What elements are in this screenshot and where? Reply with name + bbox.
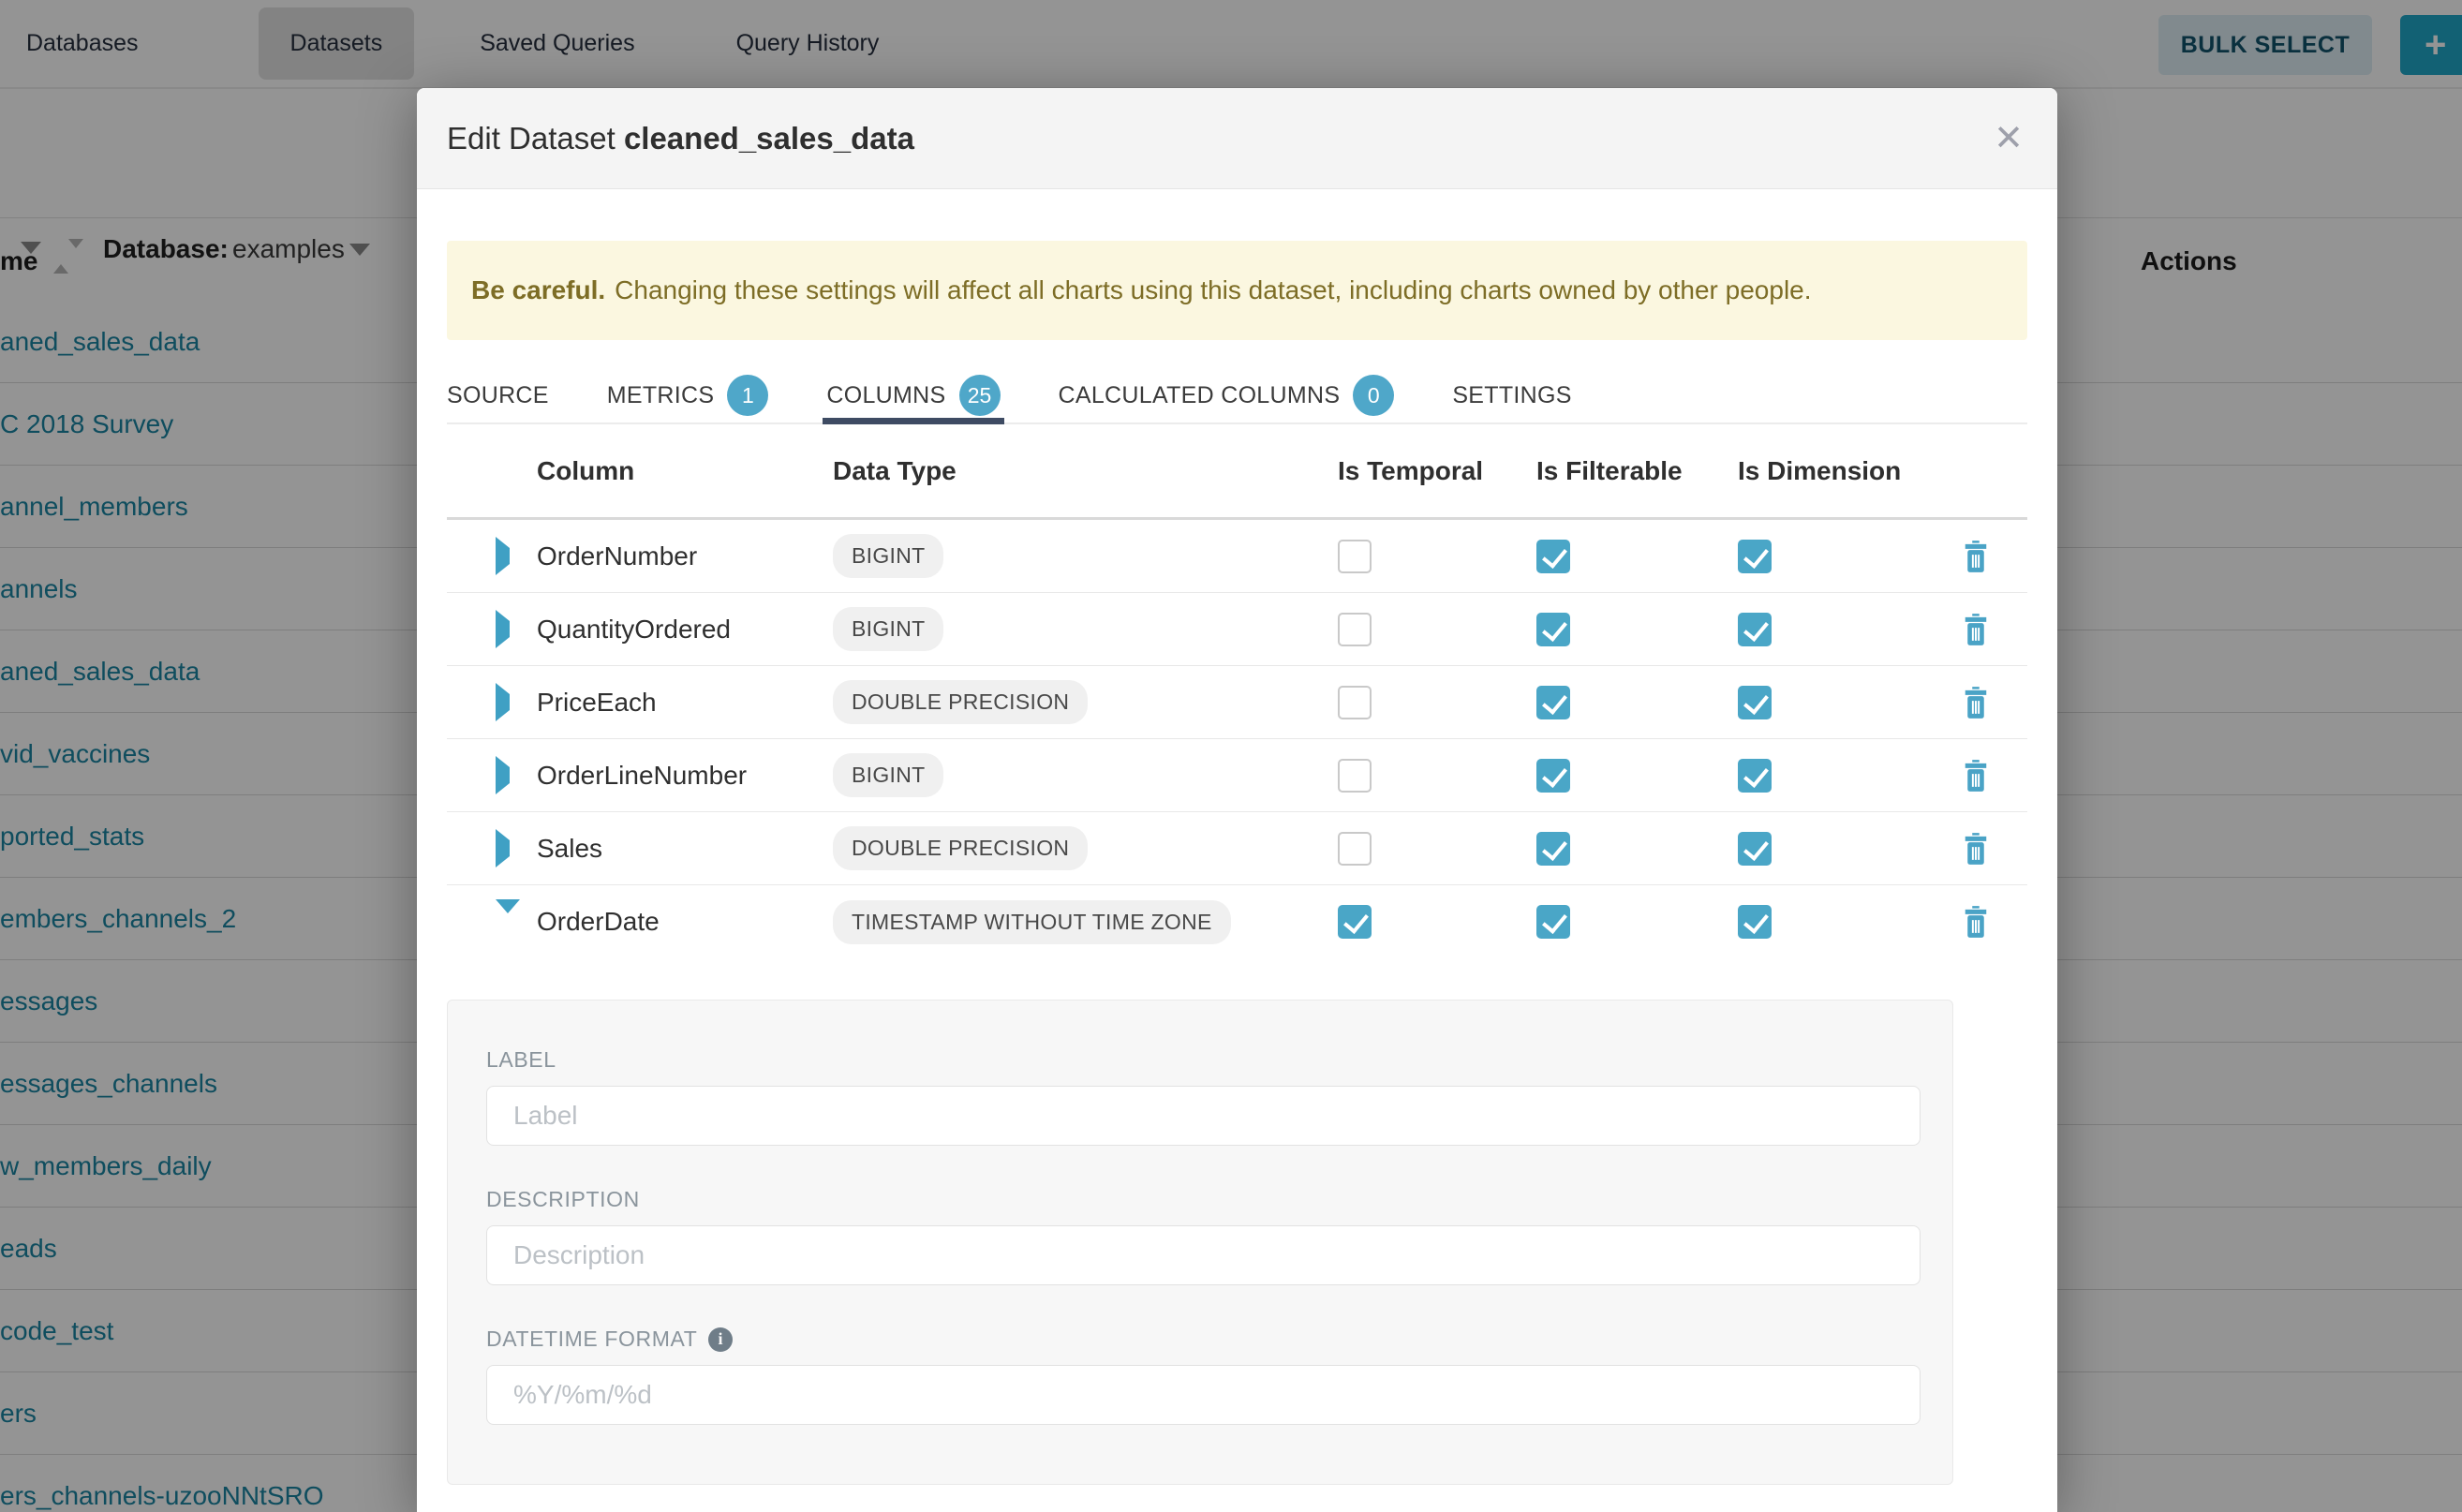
tab-label: SOURCE xyxy=(447,382,549,409)
is-dimension-checkbox[interactable] xyxy=(1738,905,1772,939)
tab-label: SETTINGS xyxy=(1452,382,1571,409)
is-dimension-checkbox[interactable] xyxy=(1738,832,1772,866)
is-temporal-header: Is Temporal xyxy=(1338,456,1536,486)
warning-banner: Be careful. Changing these settings will … xyxy=(447,241,2027,340)
is-filterable-header: Is Filterable xyxy=(1536,456,1738,486)
label-text: DATETIME FORMAT xyxy=(486,1327,697,1352)
description-field-label: DESCRIPTION xyxy=(486,1187,1921,1212)
data-type-header: Data Type xyxy=(833,456,1338,486)
is-filterable-checkbox[interactable] xyxy=(1536,540,1570,573)
column-name: Sales xyxy=(537,834,833,864)
is-dimension-checkbox[interactable] xyxy=(1738,540,1772,573)
data-type-pill: DOUBLE PRECISION xyxy=(833,826,1088,870)
is-filterable-checkbox[interactable] xyxy=(1536,613,1570,646)
columns-table: Column Data Type Is Temporal Is Filterab… xyxy=(447,424,2027,958)
description-input[interactable] xyxy=(486,1225,1921,1285)
delete-column-icon[interactable] xyxy=(1962,906,2027,938)
tab-calculated-columns[interactable]: CALCULATED COLUMNS 0 xyxy=(1059,368,1395,422)
close-icon[interactable]: ✕ xyxy=(1990,117,2027,160)
label-input[interactable] xyxy=(486,1086,1921,1146)
table-row-expanded: OrderDate TIMESTAMP WITHOUT TIME ZONE xyxy=(447,885,2027,958)
warning-text: Changing these settings will affect all … xyxy=(615,275,1811,304)
is-temporal-checkbox[interactable] xyxy=(1338,613,1372,646)
table-row: Sales DOUBLE PRECISION xyxy=(447,812,2027,885)
modal-header: Edit Dataset cleaned_sales_data ✕ xyxy=(417,88,2057,189)
collapse-caret-icon[interactable] xyxy=(496,913,520,930)
column-header: Column xyxy=(537,456,833,486)
tab-count-badge: 25 xyxy=(959,375,1001,416)
is-dimension-checkbox[interactable] xyxy=(1738,686,1772,719)
data-type-pill: BIGINT xyxy=(833,534,943,578)
column-name: OrderNumber xyxy=(537,541,833,571)
column-detail-panel: LABEL DESCRIPTION DATETIME FORMAT i xyxy=(447,1000,1953,1485)
table-row: OrderNumber BIGINT xyxy=(447,520,2027,593)
data-type-pill: DOUBLE PRECISION xyxy=(833,680,1088,724)
data-type-pill: BIGINT xyxy=(833,753,943,797)
tab-source[interactable]: SOURCE xyxy=(447,368,549,422)
is-temporal-checkbox[interactable] xyxy=(1338,540,1372,573)
label-text: LABEL xyxy=(486,1047,556,1073)
tab-label: COLUMNS xyxy=(826,382,945,409)
column-name: OrderLineNumber xyxy=(537,761,833,791)
column-name: PriceEach xyxy=(537,688,833,718)
label-field-label: LABEL xyxy=(486,1047,1921,1073)
is-dimension-checkbox[interactable] xyxy=(1738,613,1772,646)
datetime-format-field-label: DATETIME FORMAT i xyxy=(486,1327,1921,1352)
label-text: DESCRIPTION xyxy=(486,1187,640,1212)
columns-table-header: Column Data Type Is Temporal Is Filterab… xyxy=(447,424,2027,520)
tab-count-badge: 1 xyxy=(727,375,768,416)
modal-title-prefix: Edit Dataset xyxy=(447,121,624,156)
is-filterable-checkbox[interactable] xyxy=(1536,832,1570,866)
expand-caret-icon[interactable] xyxy=(496,840,510,857)
column-name: OrderDate xyxy=(537,907,833,937)
warning-bold-text: Be careful. xyxy=(471,275,605,304)
delete-column-icon[interactable] xyxy=(1962,760,2027,792)
is-dimension-header: Is Dimension xyxy=(1738,456,1936,486)
data-type-pill: TIMESTAMP WITHOUT TIME ZONE xyxy=(833,900,1231,944)
tab-settings[interactable]: SETTINGS xyxy=(1452,368,1571,422)
is-filterable-checkbox[interactable] xyxy=(1536,686,1570,719)
modal-tabs: SOURCE METRICS 1 COLUMNS 25 CALCULATED C… xyxy=(447,368,2027,424)
expand-caret-icon[interactable] xyxy=(496,694,510,711)
modal-body: Be careful. Changing these settings will … xyxy=(417,241,2057,1485)
delete-column-icon[interactable] xyxy=(1962,687,2027,719)
tab-columns[interactable]: COLUMNS 25 xyxy=(826,368,1000,422)
info-icon[interactable]: i xyxy=(708,1327,733,1352)
is-temporal-checkbox[interactable] xyxy=(1338,905,1372,939)
edit-dataset-modal: Edit Dataset cleaned_sales_data ✕ Be car… xyxy=(417,88,2057,1512)
modal-title: Edit Dataset cleaned_sales_data xyxy=(447,121,914,156)
is-filterable-checkbox[interactable] xyxy=(1536,759,1570,793)
table-row: OrderLineNumber BIGINT xyxy=(447,739,2027,812)
expand-caret-icon[interactable] xyxy=(496,548,510,565)
delete-column-icon[interactable] xyxy=(1962,541,2027,572)
tab-metrics[interactable]: METRICS 1 xyxy=(607,368,769,422)
expand-caret-icon[interactable] xyxy=(496,767,510,784)
is-temporal-checkbox[interactable] xyxy=(1338,832,1372,866)
modal-title-dataset-name: cleaned_sales_data xyxy=(624,121,914,156)
tab-count-badge: 0 xyxy=(1353,375,1394,416)
tab-label: METRICS xyxy=(607,382,715,409)
is-filterable-checkbox[interactable] xyxy=(1536,905,1570,939)
delete-column-icon[interactable] xyxy=(1962,833,2027,865)
table-row: QuantityOrdered BIGINT xyxy=(447,593,2027,666)
datetime-format-input[interactable] xyxy=(486,1365,1921,1425)
delete-column-icon[interactable] xyxy=(1962,614,2027,645)
table-row: PriceEach DOUBLE PRECISION xyxy=(447,666,2027,739)
is-dimension-checkbox[interactable] xyxy=(1738,759,1772,793)
column-name: QuantityOrdered xyxy=(537,615,833,645)
expand-caret-icon[interactable] xyxy=(496,621,510,638)
tab-label: CALCULATED COLUMNS xyxy=(1059,382,1341,409)
data-type-pill: BIGINT xyxy=(833,607,943,651)
is-temporal-checkbox[interactable] xyxy=(1338,759,1372,793)
is-temporal-checkbox[interactable] xyxy=(1338,686,1372,719)
